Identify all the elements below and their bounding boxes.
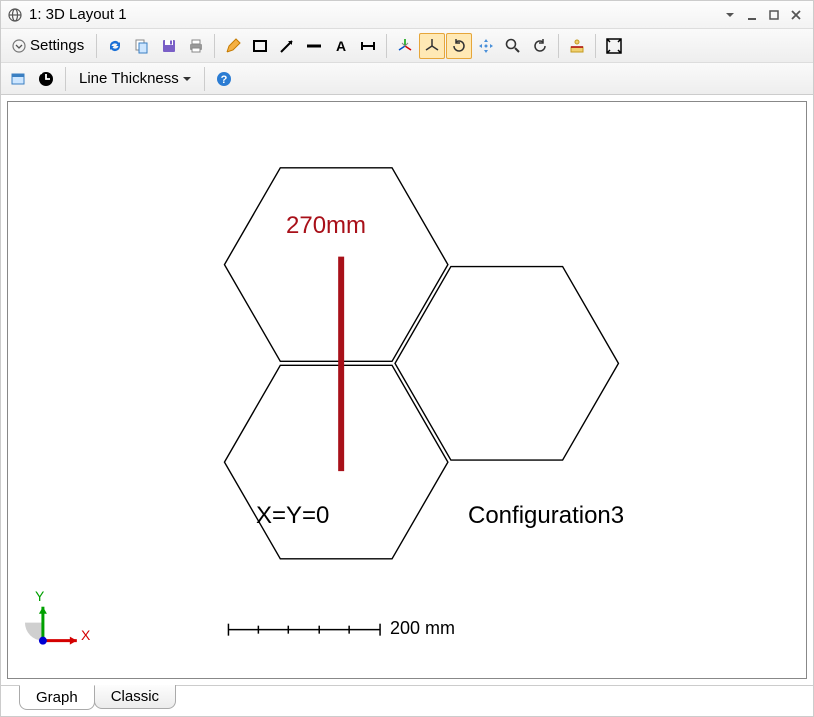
toolbar-main: Settings A: [1, 29, 813, 63]
settings-label: Settings: [30, 37, 84, 54]
pencil-button[interactable]: [220, 33, 246, 59]
toolbar-secondary: Line Thickness ?: [1, 63, 813, 95]
drawing-canvas: [8, 102, 806, 679]
help-button[interactable]: ?: [211, 66, 237, 92]
arrow-tool-button[interactable]: [274, 33, 300, 59]
line-tool-button[interactable]: [301, 33, 327, 59]
svg-text:?: ?: [220, 74, 227, 86]
undo-view-button[interactable]: [527, 33, 553, 59]
axis-y-label: Y: [35, 588, 44, 604]
pan-button[interactable]: [473, 33, 499, 59]
app-icon: [7, 7, 23, 23]
window-mode-button[interactable]: [5, 66, 31, 92]
scale-label: 200 mm: [390, 618, 455, 639]
maximize-button[interactable]: [763, 5, 785, 25]
fit-view-button[interactable]: [601, 33, 627, 59]
axis-top-button[interactable]: [419, 33, 445, 59]
print-button[interactable]: [183, 33, 209, 59]
config-label: Configuration3: [468, 502, 624, 530]
viewport[interactable]: 270mm X=Y=0 Configuration3 200 mm X Y: [7, 101, 807, 679]
update-button[interactable]: [33, 66, 59, 92]
tab-classic[interactable]: Classic: [94, 685, 176, 709]
tabstrip: Graph Classic: [1, 685, 813, 713]
refresh-button[interactable]: [102, 33, 128, 59]
settings-button[interactable]: Settings: [5, 33, 91, 59]
rectangle-tool-button[interactable]: [247, 33, 273, 59]
svg-text:A: A: [336, 38, 346, 54]
dimension-tool-button[interactable]: [355, 33, 381, 59]
axis-x-label: X: [81, 627, 90, 643]
dropdown-button[interactable]: [719, 5, 741, 25]
section-button[interactable]: [564, 33, 590, 59]
close-button[interactable]: [785, 5, 807, 25]
copy-button[interactable]: [129, 33, 155, 59]
window-title: 1: 3D Layout 1: [29, 6, 127, 23]
line-thickness-label: Line Thickness: [79, 70, 179, 87]
text-tool-button[interactable]: A: [328, 33, 354, 59]
zoom-button[interactable]: [500, 33, 526, 59]
tab-graph[interactable]: Graph: [19, 685, 95, 710]
origin-label: X=Y=0: [256, 502, 329, 530]
rotate-view-button[interactable]: [446, 33, 472, 59]
dimension-label: 270mm: [286, 212, 366, 240]
minimize-button[interactable]: [741, 5, 763, 25]
save-button[interactable]: [156, 33, 182, 59]
line-thickness-button[interactable]: Line Thickness: [72, 66, 198, 92]
titlebar: 1: 3D Layout 1: [1, 1, 813, 29]
axis-3d-button[interactable]: [392, 33, 418, 59]
